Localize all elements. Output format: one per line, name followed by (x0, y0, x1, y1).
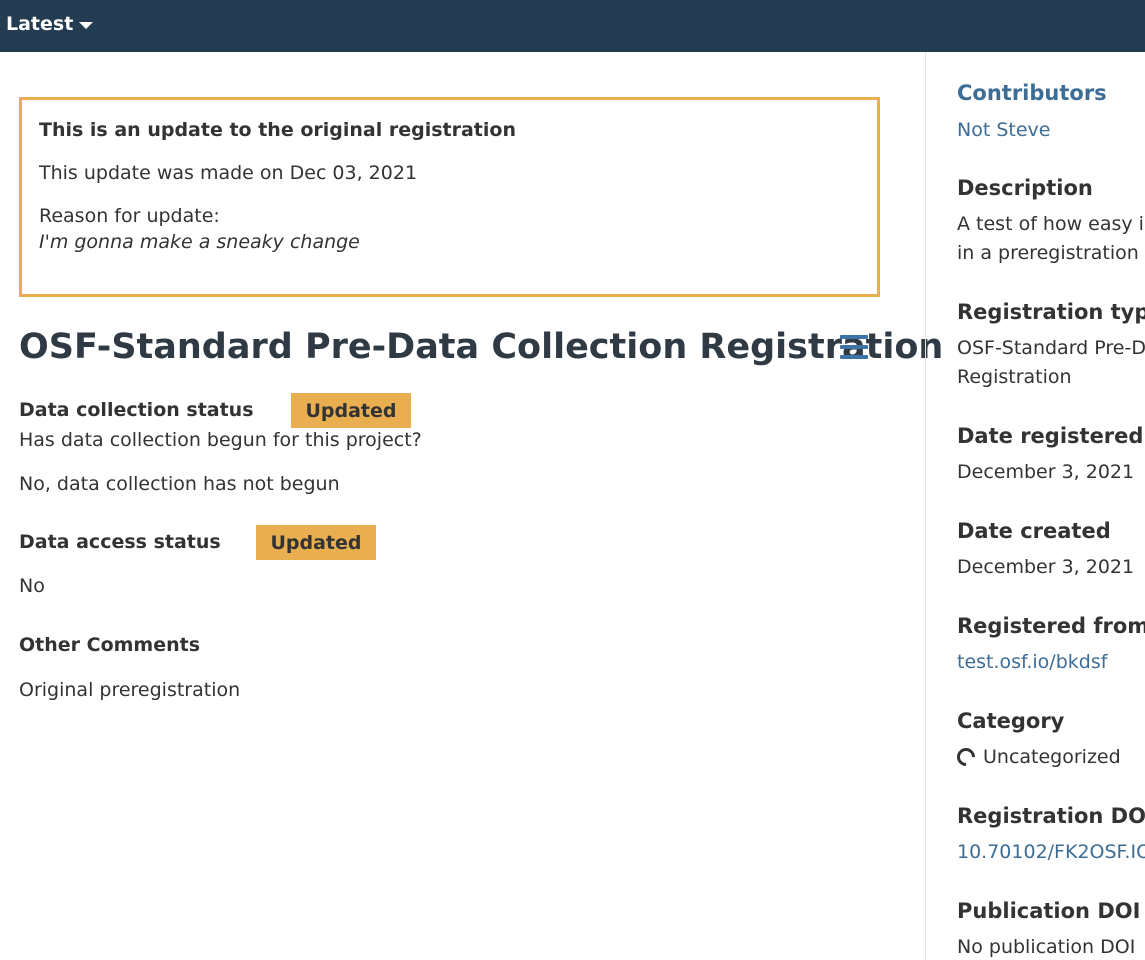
updated-badge: Updated (291, 393, 411, 428)
update-notice: This is an update to the original regist… (19, 97, 880, 297)
data-collection-status-label: Data collection status (19, 399, 254, 421)
other-comments-label: Other Comments (19, 634, 201, 656)
update-date: This update was made on Dec 03, 2021 (39, 162, 418, 184)
version-label: Latest (6, 13, 74, 35)
category-heading: Category (957, 709, 1065, 733)
metadata-sidebar: Contributors Not Steve Description A tes… (925, 52, 1145, 960)
date-created-value: December 3, 2021 (957, 556, 1135, 578)
caret-down-icon (79, 21, 94, 29)
registration-type-line-1: OSF-Standard Pre-D (957, 337, 1145, 359)
registration-doi-link[interactable]: 10.70102/FK2OSF.IO (957, 838, 1145, 867)
registration-type-heading: Registration type (957, 300, 1145, 324)
reason-text: I'm gonna make a sneaky change (39, 231, 360, 253)
toc-menu-icon[interactable] (840, 333, 868, 361)
updated-badge: Updated (256, 525, 376, 560)
description-line-2: in a preregistration (957, 242, 1139, 264)
registration-title: OSF-Standard Pre-Data Collection Registr… (19, 327, 944, 367)
date-created-heading: Date created (957, 519, 1111, 543)
other-comments-answer: Original preregistration (19, 679, 241, 701)
update-notice-title: This is an update to the original regist… (39, 119, 516, 141)
contributors-heading[interactable]: Contributors (957, 80, 1107, 106)
contributor-link[interactable]: Not Steve (957, 116, 1050, 145)
main-content: This is an update to the original regist… (0, 52, 943, 960)
publication-doi-heading: Publication DOI (957, 899, 1141, 923)
date-registered-value: December 3, 2021 (957, 461, 1135, 483)
registered-from-heading: Registered from (957, 614, 1145, 638)
reason-label: Reason for update: (39, 205, 220, 227)
data-collection-question: Has data collection begun for this proje… (19, 429, 422, 451)
category-text: Uncategorized (983, 746, 1121, 768)
data-access-status-label: Data access status (19, 531, 221, 553)
description-heading: Description (957, 176, 1093, 200)
date-registered-heading: Date registered (957, 424, 1144, 448)
uncategorized-icon (953, 744, 979, 770)
registration-doi-heading: Registration DOI (957, 804, 1145, 828)
top-navbar: Latest (0, 0, 1145, 52)
registration-type-line-2: Registration (957, 366, 1072, 388)
data-access-answer: No (19, 575, 45, 597)
registered-from-link[interactable]: test.osf.io/bkdsf (957, 648, 1107, 677)
description-line-1: A test of how easy i (957, 213, 1144, 235)
publication-doi-value: No publication DOI (957, 936, 1136, 958)
data-collection-answer: No, data collection has not begun (19, 473, 340, 495)
category-value: Uncategorized (953, 743, 1121, 772)
version-dropdown[interactable]: Latest (6, 10, 94, 38)
